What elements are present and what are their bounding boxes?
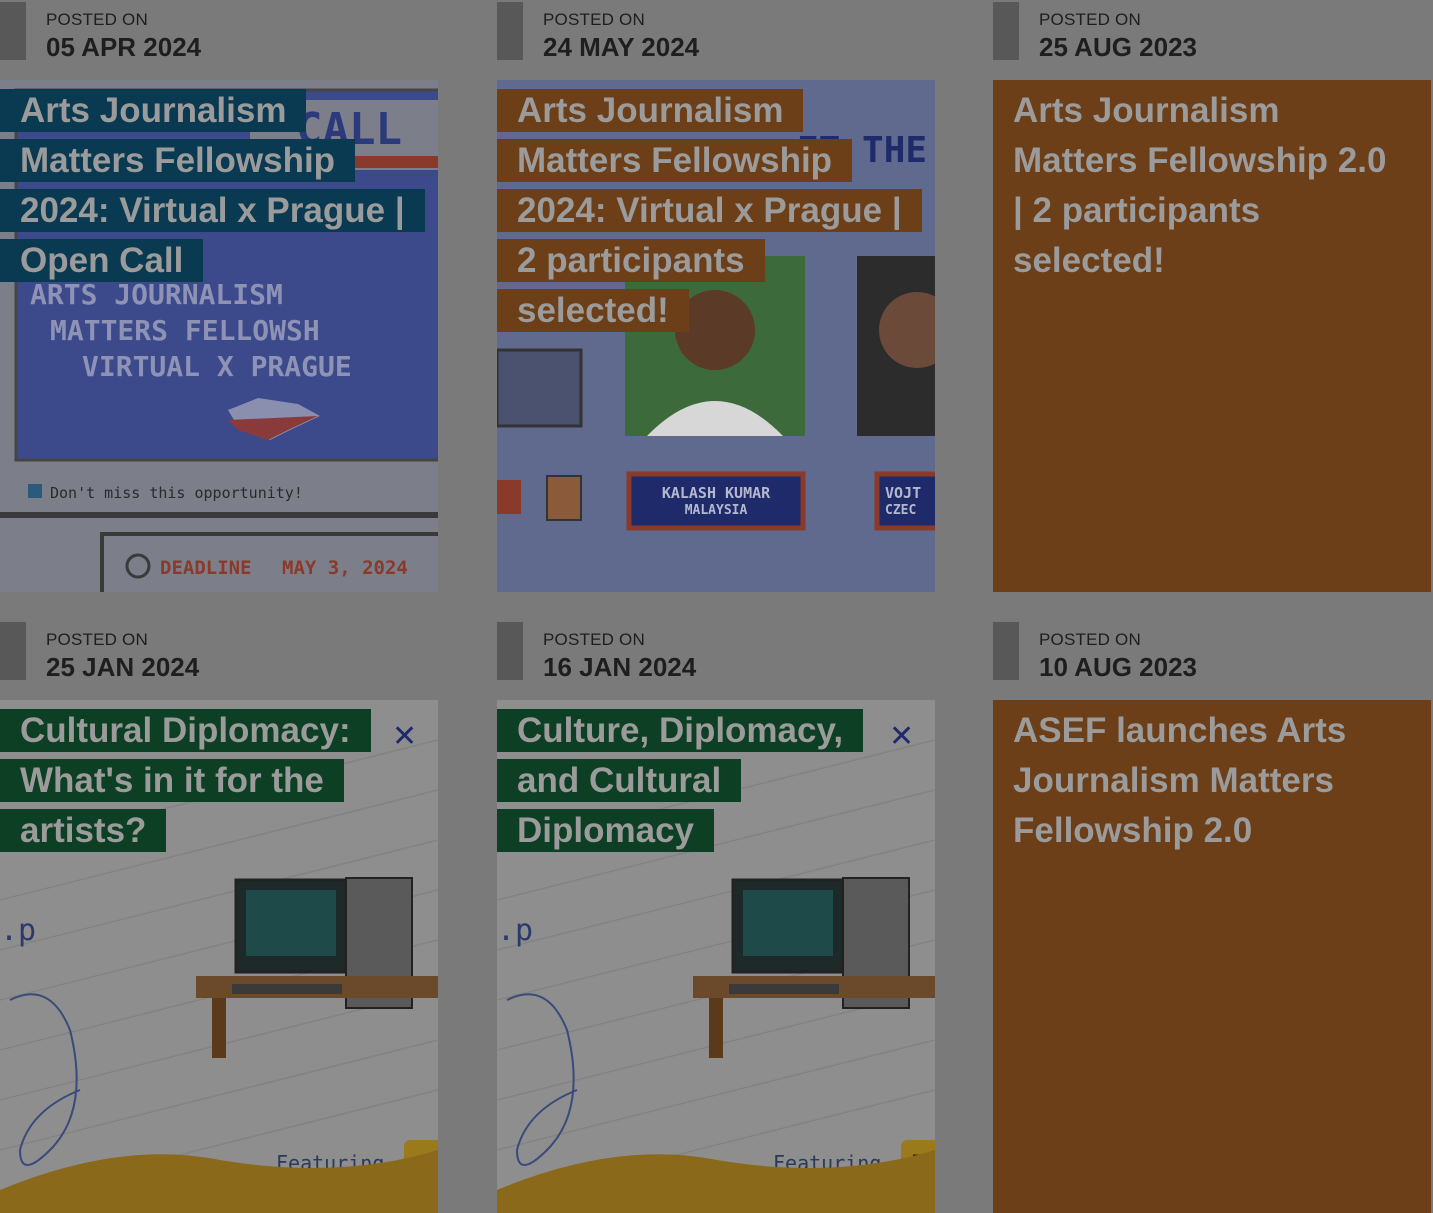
participant-1-country: MALAYSIA [685,503,748,518]
post-card[interactable]: POSTED ON 25 JAN 2024 .p Featuring CA ✕ … [0,620,438,1213]
post-title-text[interactable]: Arts Journalism Matters Fellowship 2.0 |… [993,91,1406,280]
post-card[interactable]: POSTED ON 05 APR 2024 CALL ARTS JOURNALI… [0,0,438,592]
post-title[interactable]: Arts Journalism Matters Fellowship 2024:… [0,86,425,286]
posted-on-label: POSTED ON [46,630,148,649]
poster-line-3: VIRTUAL X PRAGUE [82,350,352,383]
posted-on-label: POSTED ON [46,10,148,29]
post-date: 10 AUG 2023 [1039,652,1198,682]
post-thumbnail[interactable]: .p Featuring CA ✕ Cultural Diplomacy: Wh… [0,700,438,1213]
date-accent-bar [993,2,1019,60]
post-title[interactable]: Cultural Diplomacy: What's in it for the… [0,706,410,856]
post-meta: POSTED ON 16 JAN 2024 [497,620,935,700]
poster-deadline-label: DEADLINE [160,557,252,579]
svg-text:.p: .p [0,913,36,948]
post-title-text[interactable]: Culture, Diplomacy, and Cultural Diploma… [497,709,864,852]
post-title[interactable]: Culture, Diplomacy, and Cultural Diploma… [497,706,907,856]
post-title[interactable]: ASEF launches Arts Journalism Matters Fe… [993,706,1403,856]
post-date: 24 MAY 2024 [543,32,700,62]
posted-on-label: POSTED ON [543,10,645,29]
post-meta: POSTED ON 24 MAY 2024 [497,0,935,80]
date-accent-bar [0,622,26,680]
post-card[interactable]: POSTED ON 24 MAY 2024 ET THE TRA KALASH … [497,0,935,592]
post-title-text[interactable]: ASEF launches Arts Journalism Matters Fe… [993,711,1366,850]
post-date: 16 JAN 2024 [543,652,697,682]
post-card[interactable]: POSTED ON 25 AUG 2023 Arts Journalism Ma… [993,0,1431,592]
date-accent-bar [0,2,26,60]
post-thumbnail[interactable]: Arts Journalism Matters Fellowship 2.0 |… [993,80,1431,592]
post-thumbnail[interactable]: CALL ARTS JOURNALISM MATTERS FELLOWSH VI… [0,80,438,592]
post-card[interactable]: POSTED ON 10 AUG 2023 ASEF launches Arts… [993,620,1431,1213]
svg-text:.p: .p [497,913,533,948]
post-meta: POSTED ON 05 APR 2024 [0,0,438,80]
participant-1-name: KALASH KUMAR [662,484,771,502]
posted-on-label: POSTED ON [1039,10,1141,29]
posted-on-label: POSTED ON [1039,630,1141,649]
post-thumbnail[interactable]: .p Featuring ES ✕ Culture, Diplomacy, an… [497,700,935,1213]
post-date: 05 APR 2024 [46,32,202,62]
post-date: 25 JAN 2024 [46,652,200,682]
post-title-text[interactable]: Arts Journalism Matters Fellowship 2024:… [0,89,425,282]
post-title[interactable]: Arts Journalism Matters Fellowship 2024:… [497,86,922,336]
post-title-text[interactable]: Cultural Diplomacy: What's in it for the… [0,709,371,852]
date-accent-bar [497,622,523,680]
post-card[interactable]: POSTED ON 16 JAN 2024 .p Featuring ES ✕ … [497,620,935,1213]
post-thumbnail[interactable]: ET THE TRA KALASH KUMAR MALAYSIA VOJT CZ… [497,80,935,592]
poster-deadline-date: MAY 3, 2024 [282,557,408,579]
post-date: 25 AUG 2023 [1039,32,1198,62]
post-meta: POSTED ON 25 JAN 2024 [0,620,438,700]
post-thumbnail[interactable]: ASEF launches Arts Journalism Matters Fe… [993,700,1431,1213]
post-meta: POSTED ON 25 AUG 2023 [993,0,1431,80]
post-title[interactable]: Arts Journalism Matters Fellowship 2.0 |… [993,86,1403,286]
post-title-text[interactable]: Arts Journalism Matters Fellowship 2024:… [497,89,922,332]
post-meta: POSTED ON 10 AUG 2023 [993,620,1431,700]
date-accent-bar [497,2,523,60]
participant-2-country: CZEC [885,503,916,518]
date-accent-bar [993,622,1019,680]
participant-2-name: VOJT [885,484,921,502]
poster-line-2: MATTERS FELLOWSH [50,314,320,347]
poster-note: Don't miss this opportunity! [50,484,303,502]
posted-on-label: POSTED ON [543,630,645,649]
